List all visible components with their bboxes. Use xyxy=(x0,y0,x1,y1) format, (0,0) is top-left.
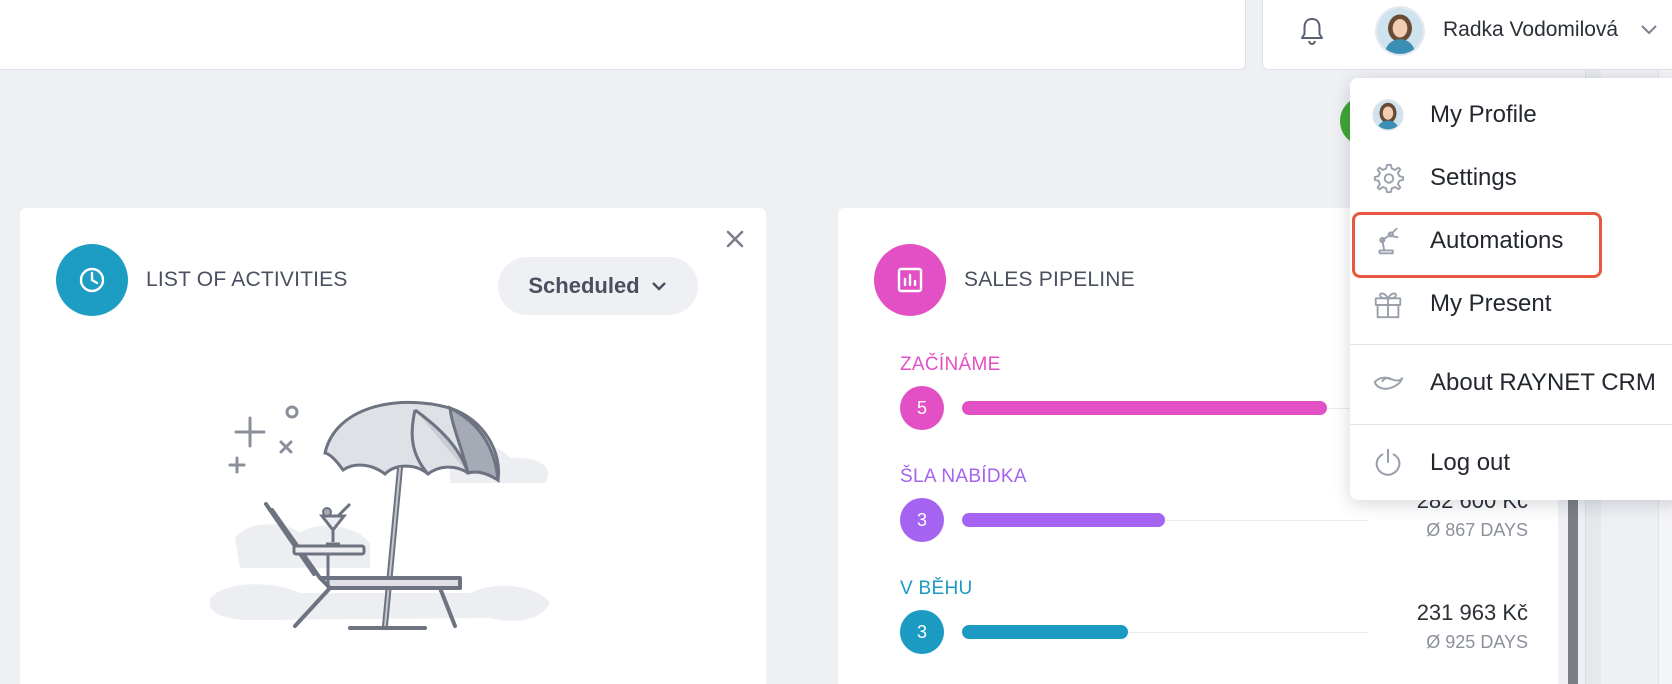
top-bar-user-area: Radka Vodomilová xyxy=(1262,0,1672,70)
menu-item-about[interactable]: About RAYNET CRM xyxy=(1350,356,1672,410)
beach-chair-illustration xyxy=(210,400,550,630)
stage-count-badge: 3 xyxy=(900,498,944,542)
menu-label: My Profile xyxy=(1430,101,1537,128)
bell-icon[interactable] xyxy=(1295,14,1329,48)
menu-item-log-out[interactable]: Log out xyxy=(1350,436,1672,490)
chevron-down-icon[interactable] xyxy=(1639,22,1659,38)
stage-progress-bar[interactable] xyxy=(962,401,1327,415)
stage-progress-bar[interactable] xyxy=(962,625,1128,639)
menu-label: Automations xyxy=(1430,227,1564,254)
menu-divider xyxy=(1350,424,1672,425)
robot-arm-icon xyxy=(1370,223,1406,259)
menu-label: About RAYNET CRM xyxy=(1430,369,1656,396)
raynet-logo-icon xyxy=(1370,365,1406,401)
avatar xyxy=(1370,97,1406,133)
menu-divider xyxy=(1350,344,1672,345)
menu-label: My Present xyxy=(1430,290,1552,317)
bar-chart-icon xyxy=(874,244,946,316)
card-title: SALES PIPELINE xyxy=(964,268,1135,291)
stage-name: ZAČÍNÁME xyxy=(900,354,1001,375)
activities-card: LIST OF ACTIVITIES Scheduled xyxy=(20,208,766,684)
stage-name: ŠLA NABÍDKA xyxy=(900,466,1027,487)
clock-icon xyxy=(56,244,128,316)
filter-label: Scheduled xyxy=(528,273,640,298)
activity-filter-dropdown[interactable]: Scheduled xyxy=(498,257,698,315)
card-title: LIST OF ACTIVITIES xyxy=(146,268,348,291)
stage-count-badge: 5 xyxy=(900,386,944,430)
menu-item-automations[interactable]: Automations xyxy=(1350,214,1672,268)
top-bar-search-area xyxy=(0,0,1246,70)
stage-average-days: Ø 867 DAYS xyxy=(1426,520,1528,540)
gear-icon xyxy=(1370,160,1406,196)
user-avatar[interactable] xyxy=(1375,6,1425,56)
menu-item-settings[interactable]: Settings xyxy=(1350,151,1672,205)
stage-amount: 231 963 Kč xyxy=(1416,600,1528,625)
stage-name: V BĚHU xyxy=(900,578,973,599)
stage-count-badge: 3 xyxy=(900,610,944,654)
chevron-down-icon xyxy=(651,282,666,291)
power-icon xyxy=(1370,445,1406,481)
user-menu: My Profile Settings Automations My Prese… xyxy=(1350,78,1672,500)
menu-label: Settings xyxy=(1430,164,1517,191)
stage-average-days: Ø 925 DAYS xyxy=(1426,632,1528,652)
stage-progress-bar[interactable] xyxy=(962,513,1165,527)
user-name[interactable]: Radka Vodomilová xyxy=(1443,18,1618,42)
menu-item-my-present[interactable]: My Present xyxy=(1350,277,1672,331)
gift-icon xyxy=(1370,286,1406,322)
close-icon[interactable] xyxy=(722,226,748,252)
menu-label: Log out xyxy=(1430,449,1511,476)
menu-item-my-profile[interactable]: My Profile xyxy=(1350,88,1672,142)
